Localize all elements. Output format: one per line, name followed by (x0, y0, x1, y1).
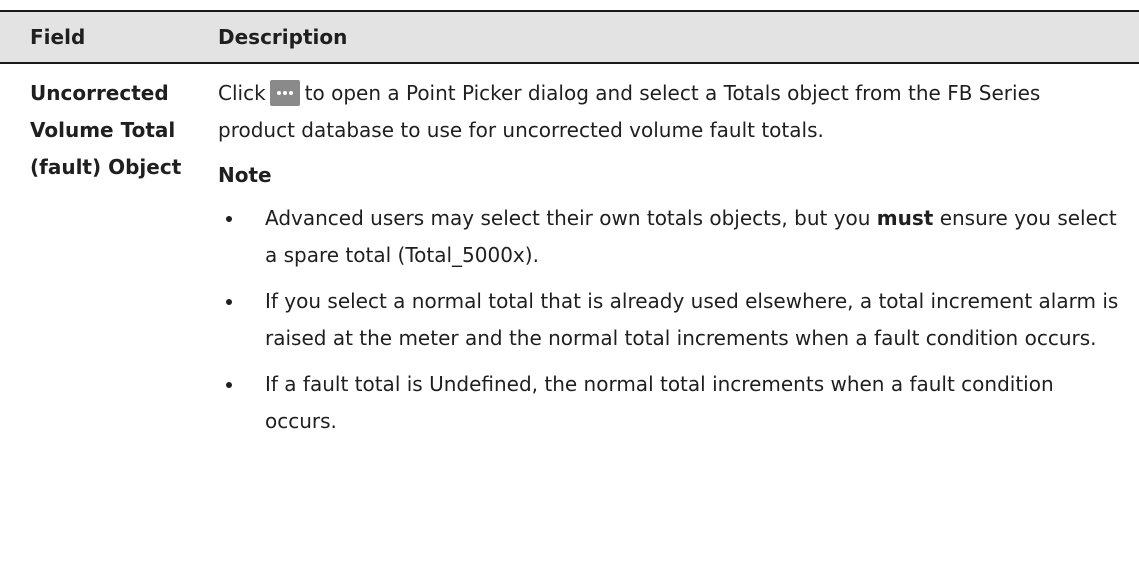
list-item: If a fault total is Undefined, the norma… (218, 366, 1119, 440)
list-item: If you select a normal total that is alr… (218, 283, 1119, 357)
field-column-header: Field (30, 25, 86, 49)
note-text: If you select a normal total that is alr… (265, 289, 1119, 350)
click-text: Click (218, 81, 266, 105)
field-name-line: (fault) Object (30, 155, 182, 179)
description-column-header: Description (218, 25, 348, 49)
bullet-icon (226, 299, 232, 305)
notes-list: Advanced users may select their own tota… (218, 200, 1119, 440)
field-description: Click to open a Point Picker dialog and s… (218, 75, 1139, 449)
note-heading: Note (218, 163, 272, 187)
note-emphasis: must (876, 206, 934, 230)
list-item: Advanced users may select their own tota… (218, 200, 1119, 274)
note-text: If a fault total is Undefined, the norma… (265, 372, 1054, 433)
description-text: to open a Point Picker dialog and select… (218, 81, 1041, 142)
field-name-line: Volume Total (30, 118, 176, 142)
bullet-icon (226, 382, 232, 388)
ellipsis-icon (269, 80, 300, 106)
field-name-line: Uncorrected (30, 81, 169, 105)
bullet-icon (226, 216, 232, 222)
note-text: Advanced users may select their own tota… (265, 206, 877, 230)
table-header-row: Field Description (0, 10, 1139, 64)
table-row: Uncorrected Volume Total (fault) Object … (0, 64, 1139, 449)
description-paragraph: Click to open a Point Picker dialog and s… (218, 75, 1119, 149)
field-description-table: Field Description Uncorrected Volume Tot… (0, 10, 1139, 449)
field-name: Uncorrected Volume Total (fault) Object (0, 75, 218, 449)
